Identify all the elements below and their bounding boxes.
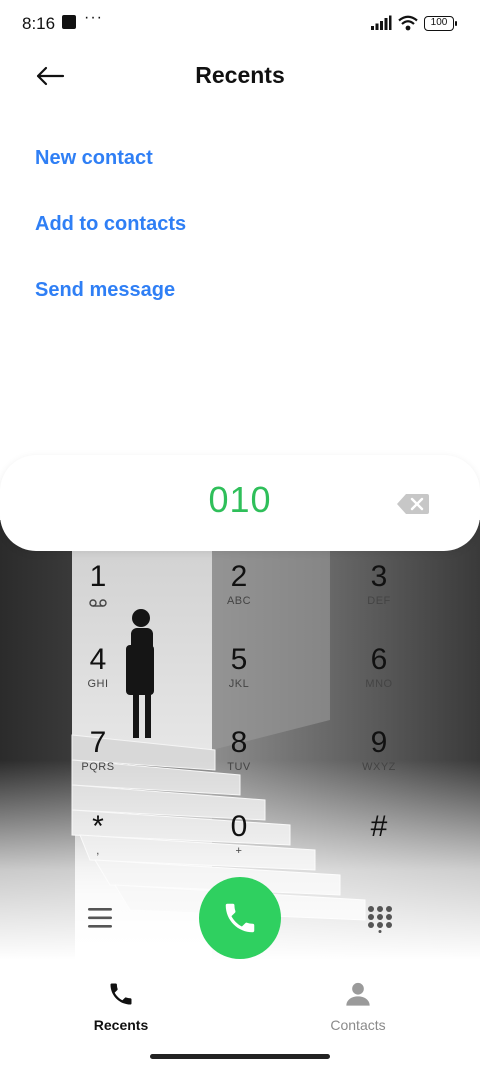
- key-6[interactable]: 6 MNO: [324, 643, 434, 723]
- key-letters: WXYZ: [362, 761, 396, 773]
- backspace-icon[interactable]: [396, 493, 430, 515]
- number-display-card: 010: [0, 455, 480, 551]
- nav-contacts[interactable]: Contacts: [288, 980, 428, 1033]
- nav-recents-label: Recents: [93, 1017, 149, 1033]
- status-bar: 8:16 ··· 100: [0, 0, 480, 48]
- page-title: Recents: [195, 62, 285, 88]
- nav-contacts-label: Contacts: [330, 1017, 386, 1033]
- key-5[interactable]: 5 JKL: [184, 643, 294, 723]
- dialpad-icon[interactable]: [366, 905, 394, 933]
- key-letters: MNO: [365, 678, 393, 690]
- notification-icon: [62, 15, 76, 29]
- key-digit: 6: [370, 643, 388, 676]
- key-hash[interactable]: #: [324, 810, 434, 890]
- key-7[interactable]: 7 PQRS: [43, 726, 153, 806]
- key-digit: 5: [230, 643, 248, 676]
- phone-icon: [225, 903, 255, 933]
- key-digit: 3: [370, 560, 388, 593]
- key-letters: ,: [96, 845, 100, 857]
- call-button[interactable]: [199, 877, 281, 959]
- battery-icon: 100: [424, 15, 457, 31]
- signal-icon: [371, 15, 392, 30]
- key-3[interactable]: 3 DEF: [324, 560, 434, 640]
- key-digit: 2: [230, 560, 248, 593]
- key-4[interactable]: 4 GHI: [43, 643, 153, 723]
- key-letters: TUV: [227, 761, 251, 773]
- more-notifications-icon: ···: [84, 9, 103, 26]
- phone-icon: [110, 983, 132, 1005]
- key-digit: 0: [230, 810, 248, 843]
- key-digit: 7: [89, 726, 107, 759]
- voicemail-icon: [89, 599, 107, 607]
- key-digit: 4: [89, 643, 107, 676]
- key-letters: DEF: [367, 595, 391, 607]
- key-digit: 8: [230, 726, 248, 759]
- key-1[interactable]: 1: [43, 560, 153, 640]
- add-to-contacts-link[interactable]: Add to contacts: [35, 213, 186, 236]
- key-letters: GHI: [87, 678, 109, 690]
- key-9[interactable]: 9 WXYZ: [324, 726, 434, 806]
- send-message-link[interactable]: Send message: [35, 279, 175, 302]
- key-letters: JKL: [228, 678, 250, 690]
- status-time: 8:16: [22, 14, 56, 33]
- person-icon: [346, 982, 370, 1006]
- menu-icon[interactable]: [86, 905, 114, 931]
- key-2[interactable]: 2 ABC: [184, 560, 294, 640]
- key-letters: +: [235, 845, 243, 857]
- key-digit: 1: [89, 560, 107, 593]
- key-8[interactable]: 8 TUV: [184, 726, 294, 806]
- key-letters: PQRS: [81, 761, 115, 773]
- new-contact-link[interactable]: New contact: [35, 147, 153, 170]
- key-digit: *: [92, 810, 104, 843]
- nav-recents[interactable]: Recents: [51, 980, 191, 1033]
- wifi-icon: [398, 15, 418, 31]
- key-star[interactable]: * ,: [43, 810, 153, 890]
- key-digit: #: [370, 810, 388, 843]
- key-letters: ABC: [226, 595, 252, 607]
- home-indicator[interactable]: [150, 1054, 330, 1059]
- key-digit: 9: [370, 726, 388, 759]
- status-icons: 100: [370, 13, 457, 33]
